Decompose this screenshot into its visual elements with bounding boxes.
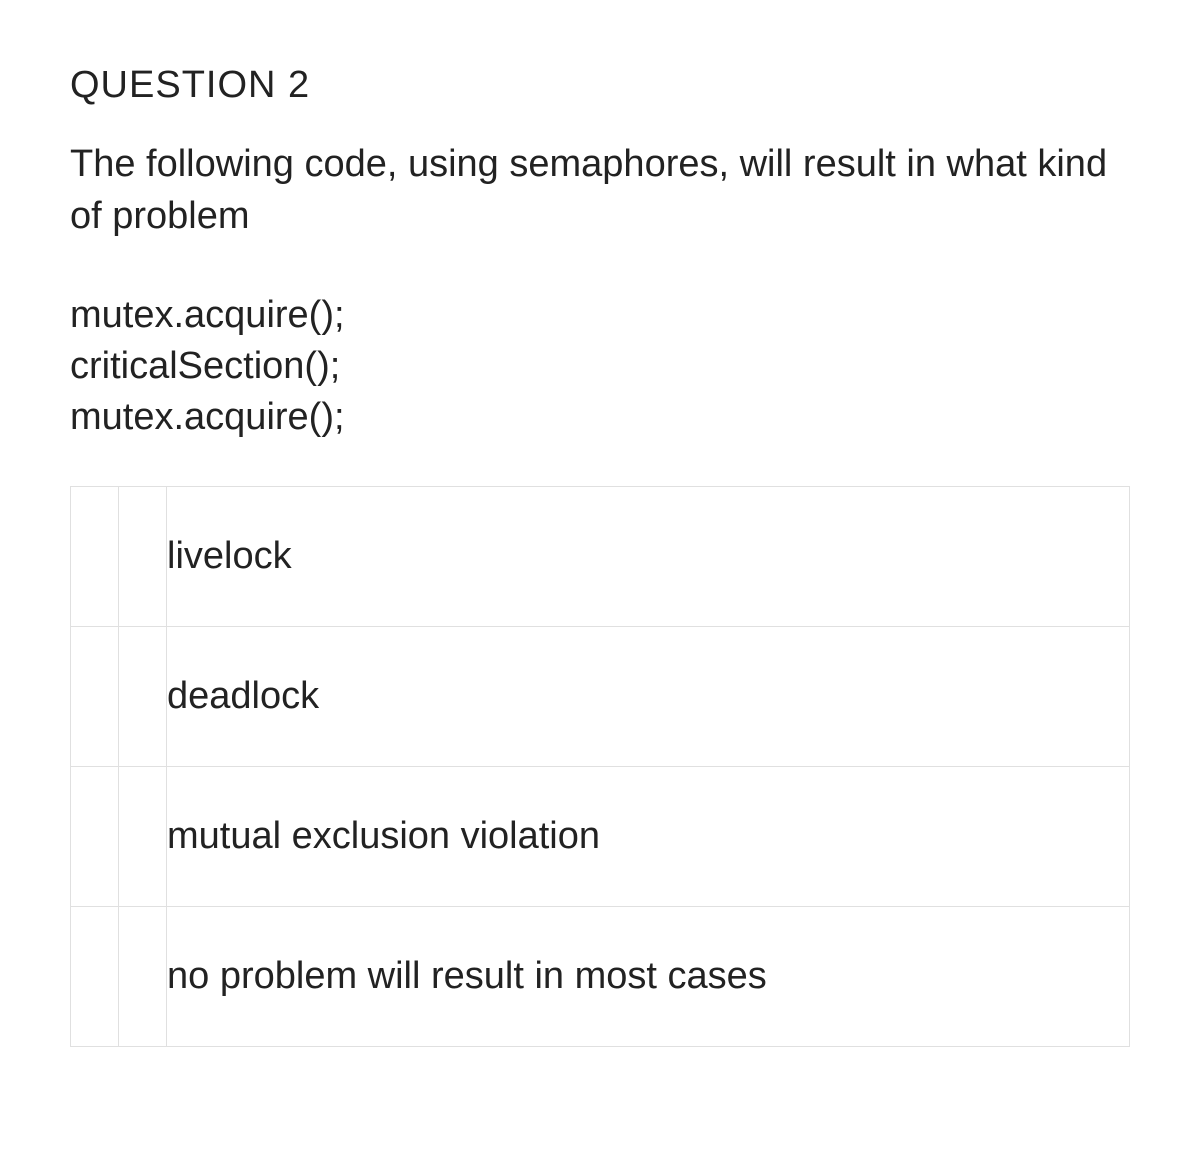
question-title: QUESTION 2 — [70, 60, 1130, 111]
option-label: livelock — [167, 486, 1130, 626]
option-selector-b[interactable] — [119, 486, 167, 626]
option-selector-a[interactable] — [71, 766, 119, 906]
option-selector-b[interactable] — [119, 626, 167, 766]
option-row[interactable]: deadlock — [71, 626, 1130, 766]
option-selector-a[interactable] — [71, 626, 119, 766]
option-label: deadlock — [167, 626, 1130, 766]
options-table: livelock deadlock mutual exclusion viola… — [70, 486, 1130, 1047]
code-block: mutex.acquire(); criticalSection(); mute… — [70, 290, 1130, 444]
option-selector-b[interactable] — [119, 766, 167, 906]
question-prompt: The following code, using semaphores, wi… — [70, 139, 1130, 242]
option-label: mutual exclusion violation — [167, 766, 1130, 906]
option-selector-b[interactable] — [119, 906, 167, 1046]
option-selector-a[interactable] — [71, 906, 119, 1046]
option-row[interactable]: livelock — [71, 486, 1130, 626]
option-label: no problem will result in most cases — [167, 906, 1130, 1046]
option-selector-a[interactable] — [71, 486, 119, 626]
option-row[interactable]: mutual exclusion violation — [71, 766, 1130, 906]
option-row[interactable]: no problem will result in most cases — [71, 906, 1130, 1046]
